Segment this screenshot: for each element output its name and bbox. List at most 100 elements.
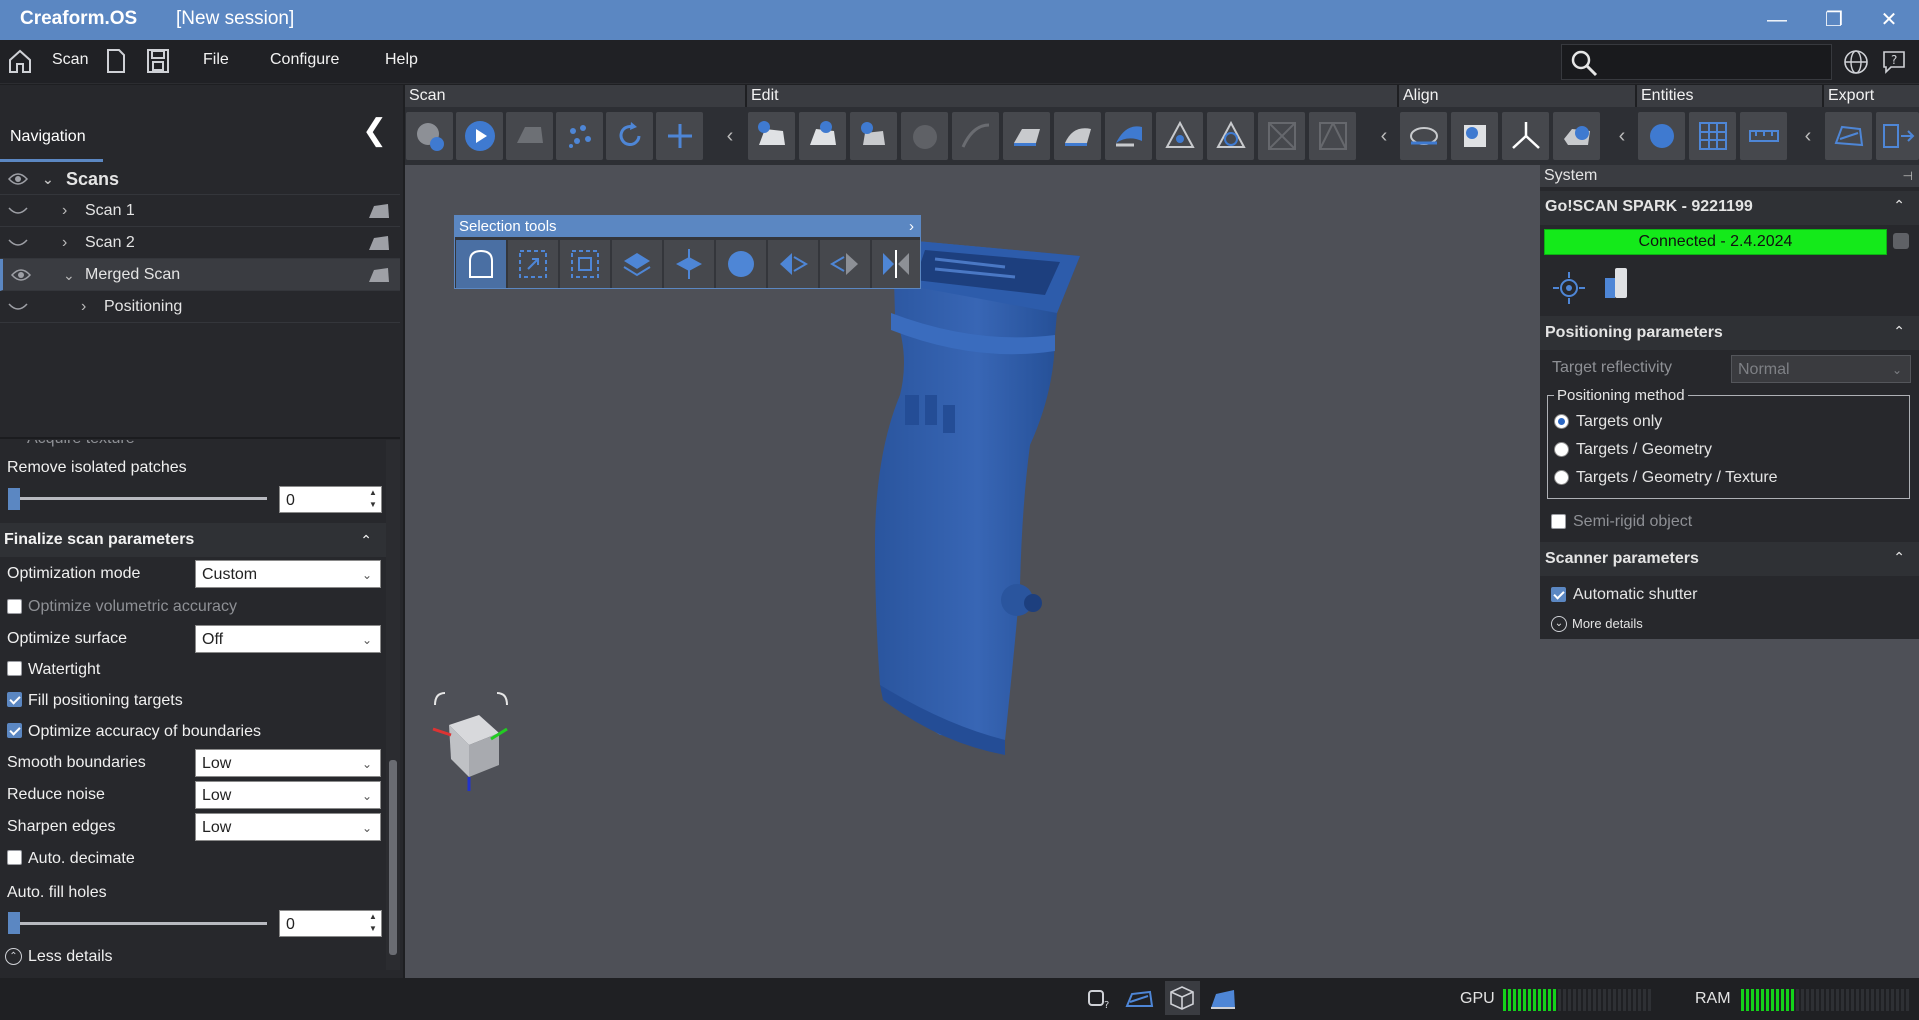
hidden-eye-icon[interactable]: [8, 204, 28, 218]
device-row[interactable]: Go!SCAN SPARK - 9221199 ⌃: [1540, 191, 1919, 225]
collapse-chevron-icon[interactable]: ⌃: [1893, 323, 1905, 340]
automatic-shutter-checkbox[interactable]: [1551, 587, 1566, 602]
edit-surface-button[interactable]: [1054, 112, 1101, 160]
collapse-chevron-icon[interactable]: ⌃: [360, 523, 372, 557]
expand-select-button[interactable]: [508, 240, 558, 288]
auto-fill-holes-slider-handle[interactable]: [8, 912, 20, 934]
sphere-select-button[interactable]: [716, 240, 766, 288]
menu-help[interactable]: Help: [385, 51, 418, 69]
tab-navigation[interactable]: Navigation: [0, 116, 103, 162]
edit-remove-button[interactable]: [850, 112, 897, 160]
render-mode-icon[interactable]: [1124, 986, 1156, 1012]
auto-fill-holes-slider[interactable]: [12, 922, 267, 925]
tree-row-scans[interactable]: ⌄ Scans: [0, 163, 400, 195]
properties-scrollbar[interactable]: [386, 440, 400, 970]
camera-help-icon[interactable]: ?: [1086, 986, 1114, 1012]
positioning-params-header[interactable]: Positioning parameters ⌃: [1540, 316, 1919, 350]
align-scan-button[interactable]: [1451, 112, 1498, 160]
edit-delete-selection-button[interactable]: [748, 112, 795, 160]
radio-targets-geometry[interactable]: [1554, 442, 1569, 457]
spin-arrows-icon[interactable]: ▲ ▼: [365, 911, 381, 936]
finalize-header[interactable]: Finalize scan parameters ⌃: [0, 523, 386, 557]
selection-tools-expand-icon[interactable]: ›: [909, 216, 914, 237]
home-icon[interactable]: [7, 47, 33, 75]
entity-measure-button[interactable]: [1740, 112, 1787, 160]
tree-row-scan1[interactable]: › Scan 1: [0, 195, 400, 227]
select-back-button[interactable]: [820, 240, 870, 288]
collapse-chevron-icon[interactable]: ⌃: [1893, 549, 1905, 566]
watertight-checkbox[interactable]: [7, 661, 22, 676]
edit-plane-button[interactable]: [1003, 112, 1050, 160]
edit-bridge-button[interactable]: [1105, 112, 1152, 160]
layer-select-button[interactable]: [612, 240, 662, 288]
save-icon[interactable]: [146, 48, 170, 74]
scan-surface-button[interactable]: [506, 112, 553, 160]
optimization-mode-select[interactable]: Custom ⌄: [195, 560, 381, 588]
menu-file[interactable]: File: [203, 51, 229, 69]
remove-isolated-slider[interactable]: [12, 497, 267, 500]
target-reflectivity-select[interactable]: Normal ⌄: [1731, 355, 1911, 383]
entities-collapse-arrow[interactable]: ‹: [1799, 112, 1817, 160]
optimize-boundaries-checkbox[interactable]: [7, 723, 22, 738]
target-locate-icon[interactable]: [1551, 270, 1587, 306]
edit-vertices-button[interactable]: [1156, 112, 1203, 160]
expand-chevron-icon[interactable]: ⌄: [42, 163, 54, 195]
scanner-device-icon[interactable]: [1601, 266, 1633, 302]
align-axis-button[interactable]: [1502, 112, 1549, 160]
collapsed-chevron-icon[interactable]: ›: [62, 227, 67, 259]
minimize-button[interactable]: —: [1760, 6, 1794, 34]
export-file-button[interactable]: [1876, 112, 1919, 160]
radio-targets-geometry-texture[interactable]: [1554, 470, 1569, 485]
invert-select-button[interactable]: [872, 240, 920, 288]
tree-row-merged-scan[interactable]: ⌄ Merged Scan: [0, 259, 400, 291]
radio-targets-only[interactable]: [1554, 414, 1569, 429]
edit-mesh-button[interactable]: [1258, 112, 1305, 160]
semi-rigid-checkbox[interactable]: [1551, 514, 1566, 529]
align-add-button[interactable]: [1553, 112, 1600, 160]
remove-isolated-slider-handle[interactable]: [8, 488, 20, 510]
expand-chevron-icon[interactable]: ⌄: [63, 259, 75, 291]
scan-collapse-arrow[interactable]: ‹: [721, 112, 739, 160]
panel-splitter[interactable]: [0, 437, 400, 439]
restore-button[interactable]: ❐: [1817, 6, 1851, 34]
edit-mesh2-button[interactable]: [1309, 112, 1356, 160]
more-details-icon[interactable]: ⌄: [1551, 616, 1567, 632]
scan-targets-button[interactable]: [556, 112, 603, 160]
scrollbar-thumb[interactable]: [389, 760, 397, 955]
globe-icon[interactable]: [1843, 49, 1869, 75]
new-file-icon[interactable]: [106, 48, 126, 74]
edit-collapse-arrow[interactable]: ‹: [1375, 112, 1393, 160]
smooth-boundaries-select[interactable]: Low ⌄: [195, 749, 381, 777]
shrink-select-button[interactable]: [560, 240, 610, 288]
align-collapse-arrow[interactable]: ‹: [1613, 112, 1631, 160]
tree-row-scan2[interactable]: › Scan 2: [0, 227, 400, 259]
less-details-icon[interactable]: ⌃: [5, 948, 22, 965]
export-mesh-button[interactable]: [1825, 112, 1872, 160]
optimize-surface-select[interactable]: Off ⌄: [195, 625, 381, 653]
select-forward-button[interactable]: [768, 240, 818, 288]
align-best-fit-button[interactable]: [1400, 112, 1447, 160]
add-button[interactable]: [656, 112, 703, 160]
collapsed-chevron-icon[interactable]: ›: [81, 291, 86, 323]
surface-view-icon[interactable]: [1208, 986, 1238, 1012]
orientation-cube[interactable]: [421, 685, 521, 795]
collapse-chevron-icon[interactable]: ⌃: [1893, 197, 1905, 214]
fill-positioning-targets-checkbox[interactable]: [7, 692, 22, 707]
edit-sphere-button[interactable]: [901, 112, 948, 160]
more-details-link[interactable]: More details: [1572, 616, 1643, 631]
scanner-params-header[interactable]: Scanner parameters ⌃: [1540, 542, 1919, 576]
close-button[interactable]: ✕: [1872, 6, 1906, 34]
selection-tools-header[interactable]: Selection tools ›: [455, 216, 920, 237]
less-details-link[interactable]: Less details: [28, 948, 113, 966]
hidden-eye-icon[interactable]: [8, 236, 28, 250]
entity-sphere-button[interactable]: [1638, 112, 1685, 160]
menu-configure[interactable]: Configure: [270, 51, 339, 69]
plane-select-button[interactable]: [664, 240, 714, 288]
collapse-panel-icon[interactable]: ❮: [362, 113, 387, 148]
visible-eye-icon[interactable]: [11, 268, 31, 282]
search-input[interactable]: [1561, 44, 1832, 80]
edit-rotate-button[interactable]: [1207, 112, 1254, 160]
menu-scan[interactable]: Scan: [52, 51, 88, 69]
reduce-noise-select[interactable]: Low ⌄: [195, 781, 381, 809]
tree-row-positioning[interactable]: › Positioning: [0, 291, 400, 323]
